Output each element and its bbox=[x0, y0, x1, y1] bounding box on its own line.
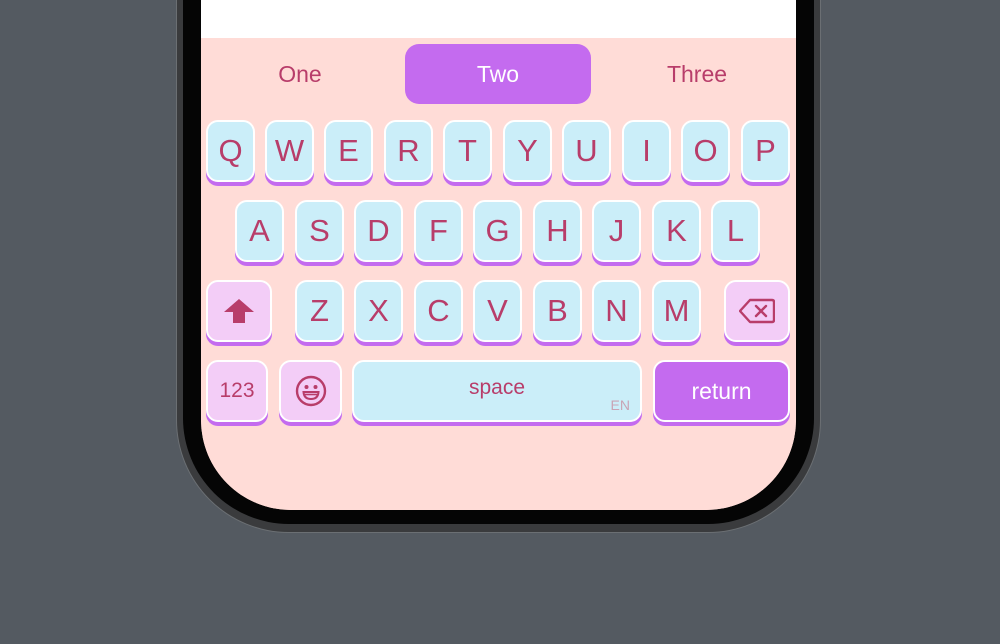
key-y[interactable]: Y bbox=[503, 120, 552, 182]
key-w[interactable]: W bbox=[265, 120, 314, 182]
suggestion-two[interactable]: Two bbox=[405, 44, 591, 104]
stage: One Two Three Q W E R T Y U I O P A S D … bbox=[0, 0, 1000, 644]
key-d[interactable]: D bbox=[354, 200, 403, 262]
suggestion-three[interactable]: Three bbox=[598, 44, 796, 104]
key-z[interactable]: Z bbox=[295, 280, 344, 342]
phone-screen: One Two Three Q W E R T Y U I O P A S D … bbox=[201, 0, 796, 510]
key-g[interactable]: G bbox=[473, 200, 522, 262]
backspace-icon bbox=[739, 298, 775, 324]
numbers-key[interactable]: 123 bbox=[206, 360, 268, 422]
key-f[interactable]: F bbox=[414, 200, 463, 262]
language-label: EN bbox=[610, 397, 630, 413]
key-l[interactable]: L bbox=[711, 200, 760, 262]
key-t[interactable]: T bbox=[443, 120, 492, 182]
shift-arrow-icon bbox=[223, 298, 255, 324]
return-key[interactable]: return bbox=[653, 360, 790, 422]
key-o[interactable]: O bbox=[681, 120, 730, 182]
shift-key[interactable] bbox=[206, 280, 272, 342]
key-q[interactable]: Q bbox=[206, 120, 255, 182]
text-area[interactable] bbox=[201, 0, 796, 38]
emoji-face-icon bbox=[295, 375, 327, 407]
key-i[interactable]: I bbox=[622, 120, 671, 182]
key-p[interactable]: P bbox=[741, 120, 790, 182]
backspace-key[interactable] bbox=[724, 280, 790, 342]
key-m[interactable]: M bbox=[652, 280, 701, 342]
suggestion-one[interactable]: One bbox=[201, 44, 399, 104]
key-j[interactable]: J bbox=[592, 200, 641, 262]
key-u[interactable]: U bbox=[562, 120, 611, 182]
key-c[interactable]: C bbox=[414, 280, 463, 342]
key-n[interactable]: N bbox=[592, 280, 641, 342]
key-e[interactable]: E bbox=[324, 120, 373, 182]
key-h[interactable]: H bbox=[533, 200, 582, 262]
key-k[interactable]: K bbox=[652, 200, 701, 262]
emoji-key[interactable] bbox=[279, 360, 342, 422]
space-label: space bbox=[468, 376, 526, 399]
key-s[interactable]: S bbox=[295, 200, 344, 262]
space-key[interactable]: space EN bbox=[352, 360, 642, 422]
key-b[interactable]: B bbox=[533, 280, 582, 342]
key-x[interactable]: X bbox=[354, 280, 403, 342]
keyboard: One Two Three Q W E R T Y U I O P A S D … bbox=[201, 38, 796, 510]
key-a[interactable]: A bbox=[235, 200, 284, 262]
key-r[interactable]: R bbox=[384, 120, 433, 182]
key-v[interactable]: V bbox=[473, 280, 522, 342]
